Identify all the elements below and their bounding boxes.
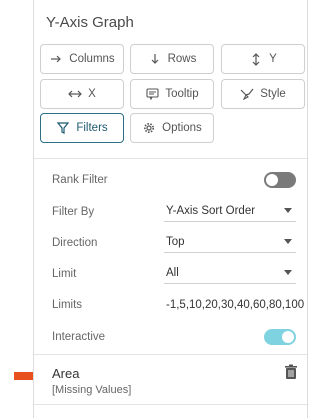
- filter-by-select[interactable]: Y-Axis Sort Order: [164, 200, 296, 222]
- tooltip-button-label: Tooltip: [165, 88, 199, 100]
- columns-button[interactable]: Columns: [40, 44, 124, 74]
- limits-input[interactable]: -1,5,10,20,30,40,60,80,100: [166, 299, 304, 311]
- interactive-toggle[interactable]: [264, 329, 296, 345]
- y-button-label: Y: [269, 53, 277, 65]
- columns-button-label: Columns: [69, 53, 115, 65]
- filter-by-value: Y-Axis Sort Order: [166, 204, 256, 217]
- filter-icon: [56, 121, 70, 135]
- rank-filter-toggle[interactable]: [264, 172, 296, 188]
- x-button[interactable]: X: [40, 79, 124, 109]
- gear-icon: [142, 121, 156, 135]
- rows-button-label: Rows: [167, 53, 197, 65]
- arrow-down-icon: [148, 52, 162, 66]
- divider: [34, 158, 307, 159]
- rank-filter-label: Rank Filter: [52, 174, 108, 186]
- area-subtitle: [Missing Values]: [52, 384, 132, 396]
- divider: [34, 354, 307, 355]
- options-button[interactable]: Options: [130, 113, 214, 143]
- direction-select[interactable]: Top: [164, 231, 296, 253]
- horizontal-arrows-icon: [68, 87, 83, 101]
- filters-button-label: Filters: [76, 122, 108, 134]
- limit-select[interactable]: All: [164, 262, 296, 284]
- divider: [34, 404, 307, 405]
- direction-value: Top: [166, 235, 185, 248]
- filters-button[interactable]: Filters: [40, 113, 124, 143]
- style-button-label: Style: [260, 88, 286, 100]
- chevron-down-icon: [284, 239, 292, 244]
- filter-by-label: Filter By: [52, 206, 95, 218]
- x-button-label: X: [88, 88, 96, 100]
- tooltip-icon: [145, 87, 159, 101]
- area-title: Area: [52, 366, 80, 381]
- vertical-arrows-icon: [249, 52, 263, 66]
- arrow-right-icon: [49, 52, 63, 66]
- limits-label: Limits: [52, 299, 83, 311]
- settings-panel: Y-Axis Graph Columns Rows Y X Tooltip St…: [33, 0, 308, 418]
- panel-title: Y-Axis Graph: [46, 14, 134, 31]
- chevron-down-icon: [284, 208, 292, 213]
- rows-button[interactable]: Rows: [130, 44, 214, 74]
- style-button[interactable]: Style: [221, 79, 305, 109]
- limit-value: All: [166, 266, 179, 279]
- direction-label: Direction: [52, 237, 98, 249]
- limit-label: Limit: [52, 268, 77, 280]
- trash-icon[interactable]: [284, 364, 298, 380]
- chevron-down-icon: [284, 270, 292, 275]
- options-button-label: Options: [162, 122, 202, 134]
- y-button[interactable]: Y: [221, 44, 305, 74]
- brush-icon: [240, 87, 254, 101]
- interactive-label: Interactive: [52, 331, 106, 343]
- tooltip-button[interactable]: Tooltip: [130, 79, 214, 109]
